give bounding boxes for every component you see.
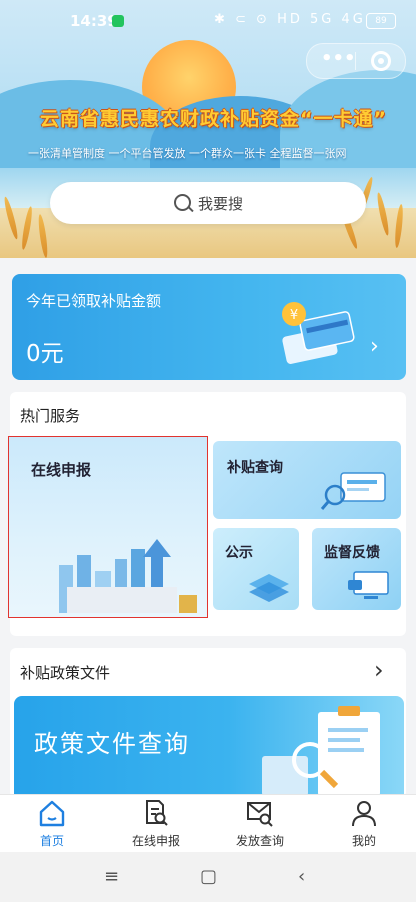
system-menu-button[interactable]: ≡ [104, 866, 119, 887]
policy-documents-title: 补贴政策文件 [20, 664, 111, 682]
nav-item-online-application[interactable]: 在线申报 [104, 795, 208, 853]
nav-label-distribution-query: 发放查询 [235, 834, 284, 848]
service-public-notice[interactable]: 公示 [213, 528, 299, 610]
bank-card-illustration-icon: ¥ [282, 302, 355, 364]
capsule-divider [355, 52, 356, 70]
subsidy-amount: 0元 [26, 341, 64, 367]
nav-item-home[interactable]: 首页 [0, 795, 104, 853]
person-icon [352, 801, 376, 827]
policy-query-banner[interactable]: 政策文件查询 [14, 696, 404, 796]
service-public-notice-label: 公示 [225, 545, 253, 561]
battery-icon: 89 [366, 13, 396, 29]
system-back-button[interactable]: ‹ [298, 866, 305, 887]
mail-search-icon [247, 802, 273, 827]
subsidy-label: 今年已领取补贴金额 [26, 292, 162, 310]
bottom-navigation: 首页 在线申报 发放查询 我的 [0, 794, 416, 853]
document-search-icon [146, 800, 168, 826]
close-miniprogram-button[interactable] [371, 51, 391, 71]
policy-more-arrow-icon[interactable]: › [374, 656, 384, 684]
magnifier-card-icon [320, 472, 386, 510]
service-supervision-feedback[interactable]: 监督反馈 [312, 528, 401, 610]
subsidy-arrow-icon: › [370, 334, 379, 359]
nav-label-profile: 我的 [351, 834, 376, 848]
system-home-button[interactable]: ▢ [200, 866, 217, 887]
hot-services-title: 热门服务 [20, 407, 81, 425]
home-icon [39, 800, 65, 827]
status-bar: 14:39 ✱ ⊂ ⊙ HD 5G 4G 89 [0, 0, 416, 40]
status-time: 14:39 [70, 12, 118, 30]
svg-text:¥: ¥ [290, 308, 298, 323]
more-menu-button[interactable]: ••• [321, 48, 356, 69]
nav-item-profile[interactable]: 我的 [312, 795, 416, 853]
monitor-feedback-icon [348, 571, 389, 599]
stack-board-icon [249, 574, 289, 602]
policy-query-label: 政策文件查询 [34, 730, 190, 758]
service-subsidy-query[interactable]: 补贴查询 [213, 441, 401, 519]
status-icons: ✱ ⊂ ⊙ HD 5G 4G [214, 12, 366, 27]
search-placeholder: 我要搜 [198, 195, 244, 213]
city-growth-illustration-icon [59, 539, 197, 613]
nav-label-home: 首页 [39, 834, 64, 848]
header-banner: 14:39 ✱ ⊂ ⊙ HD 5G 4G 89 ••• 云南省惠民惠农财政补贴资… [0, 0, 416, 258]
banner-slogan: 一张清单管制度 一个平台管发放 一个群众一张卡 全程监督一张网 [28, 147, 347, 160]
wechat-notification-icon [112, 15, 124, 27]
service-online-application-label: 在线申报 [31, 461, 92, 479]
service-subsidy-query-label: 补贴查询 [227, 460, 283, 476]
subsidy-amount-card[interactable]: 今年已领取补贴金额 0元 ¥ › [12, 274, 406, 380]
search-icon [174, 194, 191, 211]
service-supervision-feedback-label: 监督反馈 [324, 545, 380, 561]
nav-label-online-application: 在线申报 [131, 834, 180, 848]
banner-title: 云南省惠民惠农财政补贴资金“一卡通” [40, 108, 387, 130]
document-search-illustration-icon [262, 706, 380, 796]
miniprogram-capsule: ••• [306, 43, 406, 79]
service-online-application[interactable]: 在线申报 [8, 436, 208, 618]
system-navigation-bar: ≡ ▢ ‹ [0, 852, 416, 902]
nav-item-distribution-query[interactable]: 发放查询 [208, 795, 312, 853]
search-bar[interactable]: 我要搜 [50, 182, 366, 224]
